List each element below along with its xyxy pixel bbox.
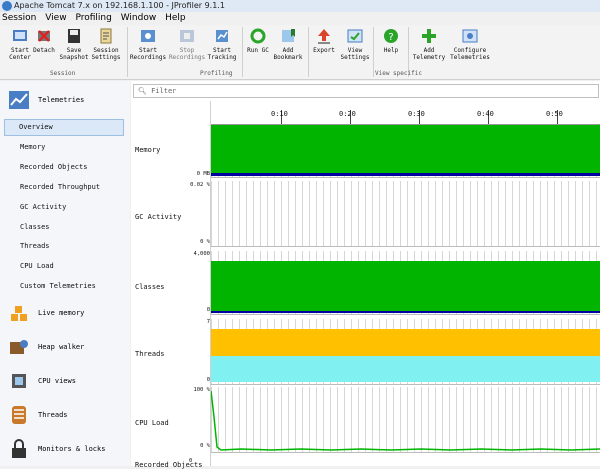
- stop-recordings-button[interactable]: Stop Recordings: [167, 27, 207, 69]
- detach-icon: [38, 30, 50, 42]
- sidebar-item-cpu-load[interactable]: CPU Load: [20, 262, 54, 270]
- telemetry-overview-panel: 🔍︎ Filter Memory GC Activity Classes Thr…: [131, 81, 600, 469]
- filter-input[interactable]: 🔍︎ Filter: [133, 84, 599, 98]
- memory-area: [211, 125, 600, 173]
- session-settings-icon: [100, 28, 112, 44]
- add-bookmark-button[interactable]: Add Bookmark: [268, 27, 308, 69]
- help-icon: ?: [384, 29, 398, 43]
- sidebar-section-live-memory[interactable]: Live memory: [0, 298, 130, 328]
- row-labels-column: Memory GC Activity Classes Threads CPU L…: [131, 101, 211, 469]
- sidebar-item-overview[interactable]: Overview: [4, 119, 124, 136]
- threads-runnable-area: [211, 329, 600, 356]
- classes-baseline: [211, 311, 600, 313]
- row-label-memory: Memory: [135, 146, 161, 154]
- telemetries-icon: [9, 91, 29, 109]
- time-tick-label: 0:10: [271, 110, 288, 118]
- threads-top-scale: 7: [206, 319, 210, 325]
- classes-bottom-scale: 0: [206, 307, 210, 313]
- view-settings-button[interactable]: View Settings: [335, 27, 375, 69]
- sidebar-section-threads[interactable]: Threads: [0, 400, 130, 430]
- time-tick-label: 0:20: [339, 110, 356, 118]
- cpu-views-icon: [12, 374, 26, 388]
- window-titlebar: Apache Tomcat 7.x on 192.168.1.100 - JPr…: [0, 0, 600, 12]
- row-label-cpu-load: CPU Load: [135, 419, 169, 427]
- time-tick-label: 0:30: [408, 110, 425, 118]
- stop-recordings-icon: [180, 30, 194, 42]
- threads-waiting-area: [211, 356, 600, 382]
- threads-icon: [12, 406, 26, 424]
- sidebar-section-monitors-locks[interactable]: Monitors & locks: [0, 434, 130, 464]
- threads-bottom-scale: 0: [206, 377, 210, 383]
- gc-bottom-scale: 0 %: [200, 239, 210, 245]
- configure-icon: [462, 29, 478, 43]
- view-settings-icon: [347, 29, 363, 43]
- cpu-top-scale: 100 %: [193, 387, 210, 393]
- bookmark-icon: [282, 29, 295, 42]
- sidebar-item-memory[interactable]: Memory: [20, 143, 45, 151]
- time-tick-label: 0:40: [477, 110, 494, 118]
- menu-window[interactable]: Window: [121, 13, 157, 23]
- app-icon: [2, 1, 12, 11]
- help-button[interactable]: ? Help: [371, 27, 411, 69]
- session-settings-button[interactable]: Session Settings: [86, 27, 126, 69]
- sidebar-item-custom-telemetries[interactable]: Custom Telemetries: [20, 282, 96, 290]
- sidebar-item-gc-activity[interactable]: GC Activity: [20, 203, 66, 211]
- start-recordings-button[interactable]: Start Recordings: [128, 27, 168, 69]
- lock-icon: [12, 439, 26, 458]
- export-icon: [318, 29, 330, 44]
- time-axis: 0:10 0:20 0:30 0:40 0:50: [211, 101, 600, 125]
- cpu-load-line: [211, 390, 600, 451]
- group-label-session: Session: [50, 70, 76, 77]
- live-memory-icon: [11, 306, 27, 321]
- sidebar: Telemetries Overview Memory Recorded Obj…: [0, 81, 130, 466]
- svg-text:?: ?: [388, 32, 393, 43]
- sidebar-section-heap-walker[interactable]: Heap walker: [0, 332, 130, 362]
- save-icon: [68, 29, 80, 43]
- configure-telemetries-button[interactable]: Configure Telemetries: [447, 27, 493, 69]
- menu-session[interactable]: Session: [2, 13, 36, 23]
- chart-classes[interactable]: [211, 251, 600, 315]
- start-recordings-icon: [141, 30, 155, 42]
- row-label-classes: Classes: [135, 283, 165, 291]
- cpu-bottom-scale: 0 %: [200, 443, 210, 449]
- sidebar-section-telemetries[interactable]: Telemetries: [0, 85, 130, 115]
- recorded-objects-top-scale: 0: [189, 458, 193, 464]
- group-label-view-specific: View specific: [375, 70, 422, 77]
- classes-area: [211, 261, 600, 311]
- memory-free-line: [211, 173, 600, 176]
- chart-cpu-load[interactable]: [211, 387, 600, 453]
- sidebar-item-recorded-throughput[interactable]: Recorded Throughput: [20, 183, 100, 191]
- run-gc-icon: [250, 28, 266, 44]
- gc-top-scale: 0.02 %: [190, 182, 210, 188]
- chart-memory[interactable]: [211, 125, 600, 178]
- window-title: Apache Tomcat 7.x on 192.168.1.100 - JPr…: [14, 1, 225, 10]
- heap-walker-icon: [10, 340, 28, 354]
- memory-bottom-scale: 0 MB: [196, 171, 210, 177]
- add-telemetry-button[interactable]: Add Telemetry: [409, 27, 449, 69]
- chart-gc-activity[interactable]: [211, 181, 600, 247]
- group-label-profiling: Profiling: [200, 70, 233, 77]
- time-tick-label: 0:50: [546, 110, 563, 118]
- sidebar-item-recorded-objects[interactable]: Recorded Objects: [20, 163, 87, 171]
- row-label-gc-activity: GC Activity: [135, 213, 182, 221]
- menu-profiling[interactable]: Profiling: [75, 13, 111, 23]
- start-tracking-button[interactable]: Start Tracking: [202, 27, 242, 69]
- sidebar-item-threads[interactable]: Threads: [20, 242, 50, 250]
- add-telemetry-icon: [422, 29, 436, 43]
- filter-icon: 🔍︎: [138, 87, 147, 95]
- menu-help[interactable]: Help: [165, 13, 186, 23]
- sidebar-section-cpu-views[interactable]: CPU views: [0, 366, 130, 396]
- sidebar-item-classes[interactable]: Classes: [20, 223, 50, 231]
- classes-top-scale: 4,000: [193, 251, 210, 257]
- menu-view[interactable]: View: [45, 13, 66, 23]
- toolbar: Start Center Detach Save Snapshot Session S…: [0, 25, 600, 80]
- start-tracking-icon: [216, 30, 228, 42]
- chart-threads[interactable]: [211, 319, 600, 385]
- row-label-threads: Threads: [135, 350, 165, 358]
- menu-bar: Session View Profiling Window Help: [0, 12, 600, 25]
